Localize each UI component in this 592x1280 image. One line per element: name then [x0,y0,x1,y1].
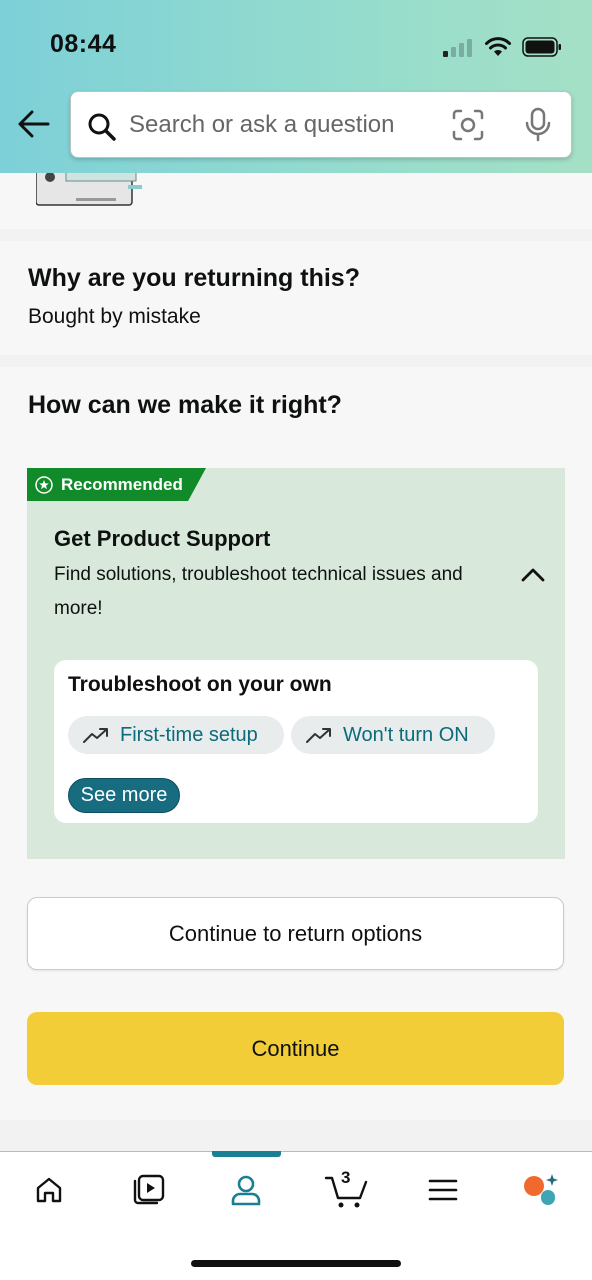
support-title: Get Product Support [54,526,271,551]
chip-label: Won't turn ON [343,723,469,746]
continue-to-return-options-button[interactable]: Continue to return options [27,897,564,970]
return-reason-value: Bought by mistake [28,305,201,328]
status-time: 08:44 [50,30,117,58]
back-arrow-icon [18,110,50,138]
status-icons [442,36,562,58]
chip-wont-turn-on[interactable]: Won't turn ON [291,716,495,754]
trending-up-icon [83,728,108,743]
nav-assistant[interactable] [521,1170,561,1210]
account-icon [231,1175,261,1206]
search-input[interactable] [129,92,429,157]
search-icon [88,113,116,141]
home-icon [36,1177,62,1203]
active-tab-indicator [212,1151,281,1157]
continue-button[interactable]: Continue [27,1012,564,1085]
search-bar[interactable] [70,91,572,158]
star-circle-icon [35,475,53,494]
return-reason-title: Why are you returning this? [28,264,360,292]
see-more-button[interactable]: See more [68,778,180,813]
recommended-badge: Recommended [27,468,206,501]
product-summary [0,173,592,229]
return-reason-card [0,241,592,355]
cart-count: 3 [341,1168,351,1187]
cellular-signal-icon [443,39,472,57]
nav-video[interactable] [128,1170,168,1210]
nav-account[interactable] [226,1170,266,1210]
product-image [36,173,142,206]
video-icon [133,1174,165,1205]
make-it-right-title: How can we make it right? [28,391,342,419]
nav-cart[interactable]: 3 [324,1168,370,1210]
home-indicator [191,1260,401,1267]
support-description: Find solutions, troubleshoot technical i… [54,564,463,619]
nav-home[interactable] [29,1170,69,1210]
chip-first-time-setup[interactable]: First-time setup [68,716,284,754]
menu-icon [428,1179,458,1201]
back-button[interactable] [16,108,56,144]
camera-lens-icon[interactable] [451,108,485,142]
recommended-label: Recommended [61,474,183,494]
chip-label: First-time setup [120,723,258,746]
battery-icon [522,37,561,57]
wifi-icon [485,37,511,56]
nav-menu[interactable] [423,1170,463,1210]
assistant-icon [524,1174,558,1205]
microphone-icon[interactable] [523,107,553,143]
trending-up-icon [306,728,331,743]
troubleshoot-title: Troubleshoot on your own [68,673,332,696]
chevron-up-icon[interactable] [518,563,548,587]
